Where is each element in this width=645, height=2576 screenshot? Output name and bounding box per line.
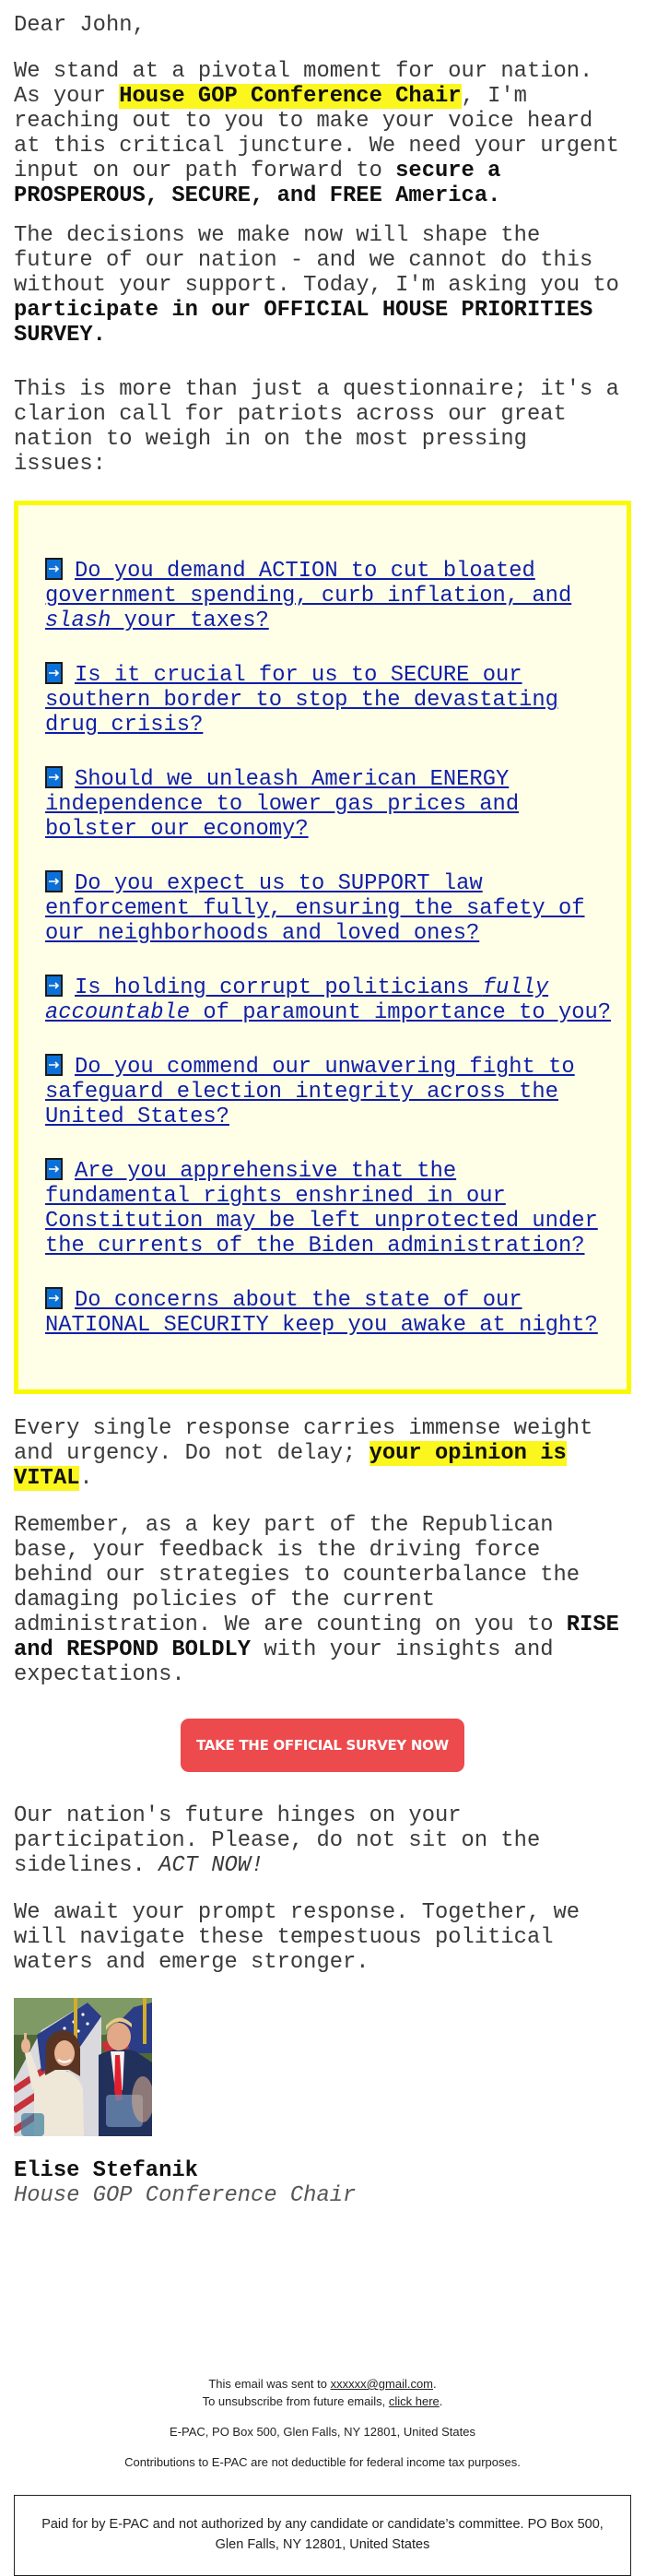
take-survey-button[interactable]: TAKE THE OFFICIAL SURVEY NOW <box>181 1719 464 1772</box>
remember-paragraph: Remember, as a key part of the Republica… <box>14 1513 619 1687</box>
decisions-paragraph: The decisions we make now will shape the… <box>14 223 631 348</box>
tax-deductibility-notice: Contributions to E-PAC are not deductibl… <box>124 2455 521 2469</box>
act-now-emphasis: ACT NOW! <box>158 1853 264 1878</box>
questionnaire-paragraph: This is more than just a questionnaire; … <box>14 377 619 477</box>
unsubscribe-link[interactable]: click here <box>389 2394 440 2408</box>
right-arrow-button-icon <box>45 662 63 684</box>
survey-question-list: Do you demand ACTION to cut bloated gove… <box>45 558 612 1366</box>
greeting: Dear John, <box>14 13 146 38</box>
right-arrow-button-icon <box>45 1054 63 1076</box>
right-arrow-button-icon <box>45 766 63 788</box>
survey-question-link[interactable]: Do you commend our unwavering fight to s… <box>45 1054 612 1129</box>
right-arrow-button-icon <box>45 1287 63 1309</box>
highlighted-title: House GOP Conference Chair <box>119 84 462 109</box>
closing-paragraph: We await your prompt response. Together,… <box>14 1900 580 1975</box>
right-arrow-button-icon <box>45 558 63 580</box>
recipient-email-link[interactable]: xxxxxx@gmail.com <box>331 2377 433 2391</box>
survey-question-link[interactable]: Is it crucial for us to SECURE our south… <box>45 662 612 738</box>
right-arrow-button-icon <box>45 975 63 997</box>
signature-name: Elise Stefanik <box>14 2158 198 2183</box>
survey-question-link[interactable]: Should we unleash American ENERGY indepe… <box>45 766 612 842</box>
urgency-paragraph: Every single response carries immense we… <box>14 1416 593 1491</box>
right-arrow-button-icon <box>45 870 63 892</box>
survey-questions-box: Do you demand ACTION to cut bloated gove… <box>14 501 631 1394</box>
signature-photo <box>14 1998 152 2136</box>
right-arrow-button-icon <box>45 1158 63 1180</box>
survey-question-link[interactable]: Do you demand ACTION to cut bloated gove… <box>45 558 612 633</box>
mailing-address: E-PAC, PO Box 500, Glen Falls, NY 12801,… <box>170 2425 475 2439</box>
survey-question-link[interactable]: Is holding corrupt politicians fully acc… <box>45 975 612 1025</box>
survey-question-link[interactable]: Are you apprehensive that the fundamenta… <box>45 1158 612 1258</box>
signature-title: House GOP Conference Chair <box>14 2183 357 2208</box>
photo-illustration <box>14 1998 152 2136</box>
paid-for-disclaimer: Paid for by E-PAC and not authorized by … <box>14 2495 631 2576</box>
sent-to-line: This email was sent to xxxxxx@gmail.com. <box>208 2377 437 2391</box>
survey-question-link[interactable]: Do concerns about the state of our NATIO… <box>45 1287 612 1338</box>
survey-question-link[interactable]: Do you expect us to SUPPORT law enforcem… <box>45 870 612 946</box>
email-footer: This email was sent to xxxxxx@gmail.com.… <box>0 2375 645 2471</box>
intro-paragraph: We stand at a pivotal moment for our nat… <box>14 59 631 208</box>
decisions-text: The decisions we make now will shape the… <box>14 223 619 298</box>
act-now-paragraph: Our nation's future hinges on your parti… <box>14 1803 541 1878</box>
bold-survey-ask: participate in our OFFICIAL HOUSE PRIORI… <box>14 298 593 348</box>
unsubscribe-line: To unsubscribe from future emails, click… <box>202 2394 443 2408</box>
